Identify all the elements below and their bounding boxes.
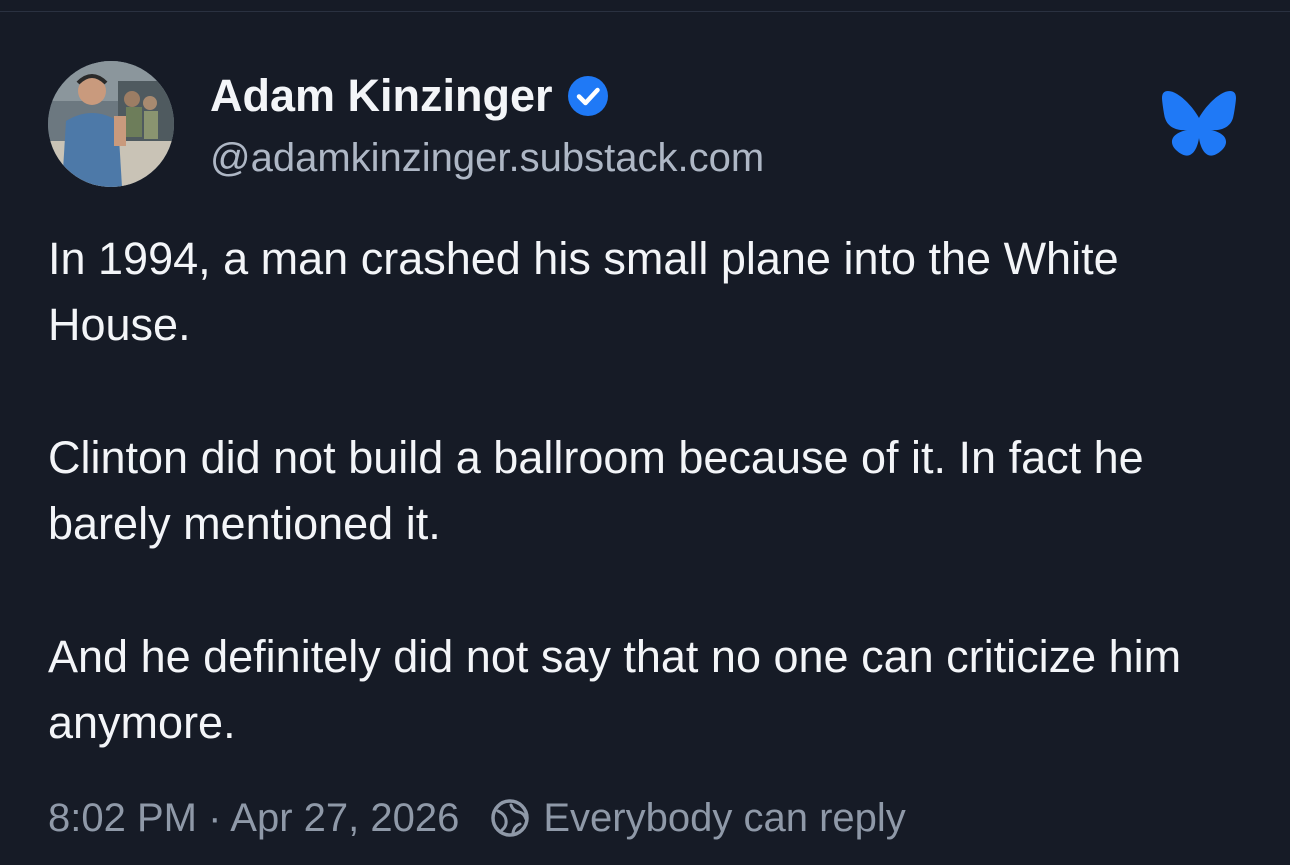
post-meta-row: 8:02 PM · Apr 27, 2026 Everybody can rep… (48, 790, 906, 846)
avatar-photo-icon (48, 61, 174, 187)
post-paragraph: Clinton did not build a ballroom because… (48, 432, 1144, 549)
author-display-name[interactable]: Adam Kinzinger (210, 70, 553, 122)
post-paragraph: In 1994, a man crashed his small plane i… (48, 233, 1119, 350)
post-body: In 1994, a man crashed his small plane i… (48, 226, 1248, 756)
everybody-can-reply-icon (491, 799, 530, 837)
author-row: Adam Kinzinger (210, 66, 609, 126)
post-timestamp[interactable]: 8:02 PM · Apr 27, 2026 (48, 796, 459, 841)
post-paragraph: And he definitely did not say that no on… (48, 631, 1182, 748)
bluesky-butterfly-icon (1162, 91, 1236, 156)
verified-badge-icon (567, 76, 608, 116)
author-handle[interactable]: @adamkinzinger.substack.com (210, 132, 764, 184)
avatar[interactable] (48, 61, 174, 187)
top-divider (0, 11, 1290, 12)
reply-setting-label[interactable]: Everybody can reply (543, 796, 905, 841)
